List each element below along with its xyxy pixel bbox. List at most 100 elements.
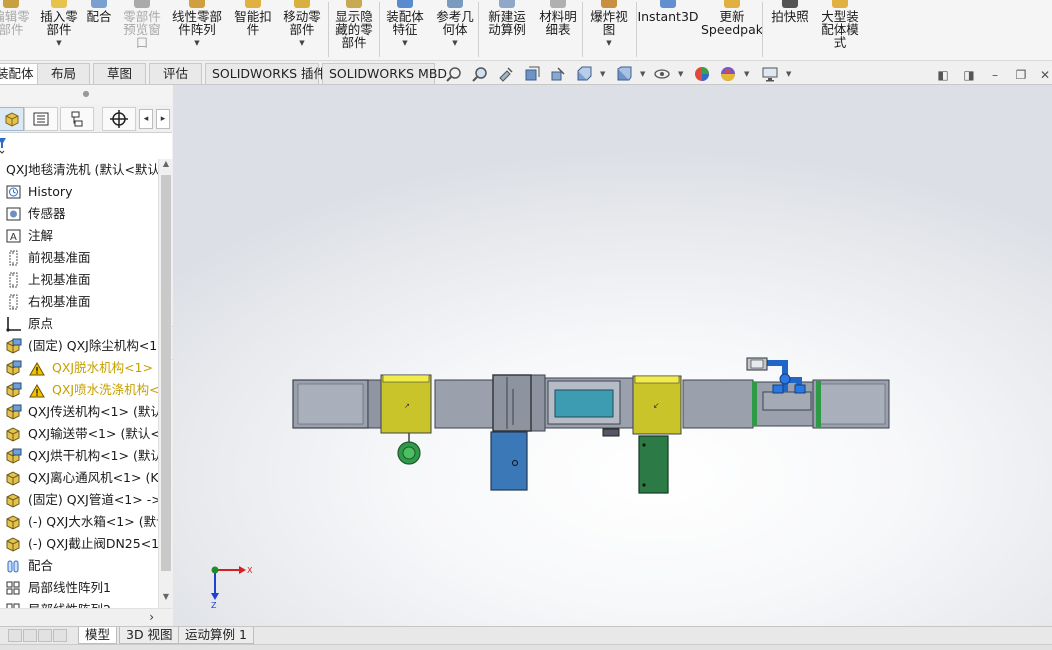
display-style-icon[interactable] xyxy=(616,66,632,82)
section-view-icon[interactable] xyxy=(524,66,540,82)
scroll-right-icon[interactable]: › xyxy=(149,610,154,624)
tab-solidworks-addins[interactable]: SOLIDWORKS 插件 xyxy=(205,63,326,84)
fan-wheel[interactable] xyxy=(397,433,421,465)
tree-item[interactable]: A 注解 xyxy=(0,225,158,247)
minimize-icon[interactable]: – xyxy=(988,68,1002,82)
tree-item[interactable]: 右视基准面 xyxy=(0,291,158,313)
chevron-down-icon[interactable]: ▼ xyxy=(56,39,61,47)
ribbon-button-4[interactable]: 线性零部 件阵列 ▼ xyxy=(170,0,224,60)
previous-view-icon[interactable] xyxy=(498,66,514,82)
chevron-down-icon[interactable]: ▼ xyxy=(744,70,749,78)
tab-model[interactable]: 模型 xyxy=(78,627,118,644)
ribbon-button-8[interactable]: 装配体 特征 ▼ xyxy=(384,0,426,60)
tree-item[interactable]: 配合 xyxy=(0,555,158,577)
ribbon-button-10[interactable]: 新建运 动算例 xyxy=(485,0,529,60)
control-box[interactable] xyxy=(638,435,669,494)
tree-item[interactable]: 前视基准面 xyxy=(0,247,158,269)
close-icon[interactable]: ✕ xyxy=(1038,68,1052,82)
tree-item[interactable]: 传感器 xyxy=(0,203,158,225)
chevron-down-icon[interactable]: ▼ xyxy=(194,39,199,47)
filter-icon[interactable] xyxy=(0,135,8,155)
scroll-up-icon[interactable]: ▲ xyxy=(159,159,173,173)
chevron-down-icon[interactable]: ▼ xyxy=(640,70,645,78)
assembly-model[interactable]: ↗ ↙ X Z xyxy=(173,85,1052,626)
tab-sketch[interactable]: 草图 xyxy=(93,63,146,84)
tab-layout[interactable]: 布局 xyxy=(37,63,90,84)
panel-drag-handle[interactable]: ● xyxy=(0,85,172,105)
tree-item[interactable]: QXJ烘干机构<1> (默认 xyxy=(0,445,158,467)
ribbon-button-14[interactable]: 更新 Speedpak xyxy=(701,0,763,60)
scrollbar-thumb[interactable] xyxy=(161,175,171,571)
tree-horizontal-scrollbar[interactable]: › xyxy=(0,608,172,625)
chevron-down-icon[interactable]: ▼ xyxy=(786,70,791,78)
water-tank[interactable] xyxy=(490,431,528,491)
tabs-scroll-right-button[interactable]: ▸ xyxy=(156,109,170,129)
tabs-scroll-left-button[interactable]: ◂ xyxy=(139,109,153,129)
chevron-down-icon[interactable]: ▼ xyxy=(678,70,683,78)
tree-item[interactable]: (-) QXJ大水箱<1> (默认 xyxy=(0,511,158,533)
prev-tab-nav-button[interactable] xyxy=(23,629,37,642)
zoom-to-fit-icon[interactable] xyxy=(446,66,462,82)
edit-appearance-icon[interactable] xyxy=(694,66,710,82)
ribbon-button-11[interactable]: 材料明 细表 xyxy=(537,0,579,60)
tree-item[interactable]: QXJ传送机构<1> (默认 xyxy=(0,401,158,423)
ribbon-button-15[interactable]: 拍快照 xyxy=(768,0,812,60)
tab-evaluate[interactable]: 评估 xyxy=(149,63,202,84)
tab-solidworks-mbd[interactable]: SOLIDWORKS MBD xyxy=(322,63,447,84)
motor-housing-2[interactable]: ↙ xyxy=(632,375,682,435)
ribbon-button-16[interactable]: 大型装 配体模 式 xyxy=(818,0,862,60)
ribbon-button-3[interactable]: 零部件 预览窗 口 xyxy=(120,0,164,60)
tree-root-assembly[interactable]: QXJ地毯清洗机 (默认<默认 xyxy=(0,159,158,181)
tab-motion-study-1[interactable]: 运动算例 1 xyxy=(178,627,254,644)
tree-item[interactable]: QXJ喷水洗涤机构< xyxy=(0,379,158,401)
tree-item[interactable]: 上视基准面 xyxy=(0,269,158,291)
chevron-down-icon[interactable]: ▼ xyxy=(299,39,304,47)
chevron-down-icon[interactable]: ▼ xyxy=(606,39,611,47)
tree-item[interactable]: History xyxy=(0,181,158,203)
tab-3d-view[interactable]: 3D 视图 xyxy=(119,627,180,644)
tree-item[interactable]: 局部线性阵列2 xyxy=(0,599,158,608)
tree-item[interactable]: QXJ脱水机构<1> ( xyxy=(0,357,158,379)
ribbon-button-7[interactable]: 显示隐 藏的零 部件 xyxy=(332,0,376,60)
dimxpert-tab[interactable] xyxy=(102,107,136,131)
view-orientation-icon[interactable] xyxy=(576,66,592,82)
ribbon-button-12[interactable]: 爆炸视 图 ▼ xyxy=(588,0,630,60)
tab-assembly[interactable]: 装配体 xyxy=(0,63,41,84)
restore-right-icon[interactable]: ◨ xyxy=(962,68,976,82)
tree-item[interactable]: QXJ离心通风机<1> (KT xyxy=(0,467,158,489)
tree-item[interactable]: (-) QXJ截止阀DN25<1> xyxy=(0,533,158,555)
restore-left-icon[interactable]: ◧ xyxy=(936,68,950,82)
property-manager-tab[interactable] xyxy=(24,107,58,131)
tree-item[interactable]: 原点 xyxy=(0,313,158,335)
ribbon-button-6[interactable]: 移动零 部件 ▼ xyxy=(280,0,324,60)
tree-item[interactable]: (固定) QXJ管道<1> -> xyxy=(0,489,158,511)
view-settings-icon[interactable] xyxy=(762,66,778,82)
ribbon-button-5[interactable]: 智能扣 件 xyxy=(232,0,274,60)
graphics-viewport[interactable]: ↗ ↙ X Z xyxy=(173,85,1052,626)
scroll-down-icon[interactable]: ▼ xyxy=(159,592,173,606)
first-tab-nav-button[interactable] xyxy=(8,629,22,642)
tree-filter[interactable] xyxy=(0,133,172,159)
zoom-area-icon[interactable] xyxy=(472,66,488,82)
ribbon-button-0[interactable]: 编辑零 部件 xyxy=(0,0,30,60)
last-tab-nav-button[interactable] xyxy=(53,629,67,642)
hide-show-icon[interactable] xyxy=(654,66,670,82)
ribbon-button-13[interactable]: Instant3D xyxy=(637,0,699,60)
ribbon-button-2[interactable]: 配合 xyxy=(86,0,112,60)
next-tab-nav-button[interactable] xyxy=(38,629,52,642)
tree-item[interactable]: QXJ输送带<1> (默认<< xyxy=(0,423,158,445)
chevron-down-icon[interactable]: ▼ xyxy=(402,39,407,47)
chevron-down-icon[interactable]: ▼ xyxy=(452,39,457,47)
ribbon-button-9[interactable]: 参考几 何体 ▼ xyxy=(434,0,476,60)
ribbon-button-1[interactable]: 插入零 部件 ▼ xyxy=(37,0,81,60)
tree-vertical-scrollbar[interactable]: ▲ ▼ xyxy=(158,159,172,608)
chevron-down-icon[interactable]: ▼ xyxy=(600,70,605,78)
tree-item[interactable]: 局部线性阵列1 xyxy=(0,577,158,599)
dynamic-annotation-icon[interactable] xyxy=(550,66,566,82)
tree-item[interactable]: (固定) QXJ除尘机构<1> xyxy=(0,335,158,357)
motor-housing-1[interactable]: ↗ xyxy=(380,374,432,434)
feature-manager-tab[interactable] xyxy=(0,107,24,131)
configuration-manager-tab[interactable] xyxy=(60,107,94,131)
maximize-icon[interactable]: ❐ xyxy=(1014,68,1028,82)
apply-scene-icon[interactable] xyxy=(720,66,736,82)
